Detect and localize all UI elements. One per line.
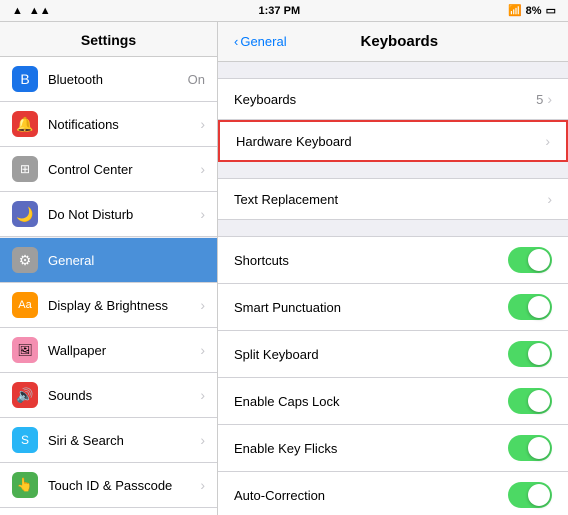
sidebar-item-battery[interactable]: ⚡ Battery › [0, 508, 217, 515]
enable-key-flicks-label: Enable Key Flicks [234, 441, 508, 456]
toggles-group: Shortcuts Smart Punctuation Split Keyboa… [218, 236, 568, 515]
siri-label: Siri & Search [48, 433, 196, 448]
smart-punctuation-label: Smart Punctuation [234, 300, 508, 315]
siri-icon: S [12, 427, 38, 453]
page-title: Keyboards [287, 33, 512, 50]
main-layout: Settings B Bluetooth On 🔔 Notifications … [0, 22, 568, 515]
split-keyboard-cell[interactable]: Split Keyboard [218, 331, 568, 378]
back-label: General [240, 34, 286, 49]
control-center-icon: ⊞ [12, 156, 38, 182]
siri-chevron: › [200, 432, 205, 448]
hardware-keyboard-cell[interactable]: Hardware Keyboard › [218, 120, 568, 162]
status-time: 1:37 PM [259, 5, 301, 17]
general-icon: ⚙ [12, 247, 38, 273]
keyboards-group: Keyboards 5 › Hardware Keyboard › [218, 78, 568, 162]
general-label: General [48, 253, 205, 268]
status-left: ▲ ▲▲ [12, 5, 51, 17]
bluetooth-value: On [188, 72, 205, 87]
status-bar: ▲ ▲▲ 1:37 PM 📶 8% ▭ [0, 0, 568, 22]
sidebar-item-siri[interactable]: S Siri & Search › [0, 418, 217, 463]
sidebar-item-do-not-disturb[interactable]: 🌙 Do Not Disturb › [0, 192, 217, 237]
do-not-disturb-chevron: › [200, 206, 205, 222]
display-icon: Aa [12, 292, 38, 318]
sidebar-item-wallpaper[interactable]: 🖼 Wallpaper › [0, 328, 217, 373]
battery-percent: 8% [526, 5, 542, 17]
enable-caps-lock-cell[interactable]: Enable Caps Lock [218, 378, 568, 425]
shortcuts-cell[interactable]: Shortcuts [218, 236, 568, 284]
touchid-chevron: › [200, 477, 205, 493]
bluetooth-icon: B [12, 66, 38, 92]
smart-punctuation-toggle[interactable] [508, 294, 552, 320]
signal-icon: ▲▲ [29, 5, 51, 17]
bluetooth-status-icon: 📶 [508, 4, 522, 17]
enable-key-flicks-toggle[interactable] [508, 435, 552, 461]
split-keyboard-label: Split Keyboard [234, 347, 508, 362]
hardware-keyboard-label: Hardware Keyboard [236, 134, 545, 149]
battery-icon: ▭ [546, 4, 556, 17]
sidebar-item-bluetooth[interactable]: B Bluetooth On [0, 57, 217, 102]
wallpaper-label: Wallpaper [48, 343, 196, 358]
sidebar-item-general[interactable]: ⚙ General [0, 238, 217, 283]
notifications-label: Notifications [48, 117, 196, 132]
back-button[interactable]: ‹ General [234, 34, 287, 49]
status-right: 📶 8% ▭ [508, 4, 556, 17]
text-replacement-chevron: › [547, 191, 552, 207]
control-center-chevron: › [200, 161, 205, 177]
sidebar-title: Settings [0, 22, 217, 57]
keyboards-cell-value: 5 [536, 92, 543, 107]
keyboards-cell[interactable]: Keyboards 5 › [218, 78, 568, 120]
hardware-keyboard-chevron: › [545, 133, 550, 149]
notifications-icon: 🔔 [12, 111, 38, 137]
text-replacement-cell[interactable]: Text Replacement › [218, 178, 568, 220]
control-center-label: Control Center [48, 162, 196, 177]
shortcuts-label: Shortcuts [234, 253, 508, 268]
auto-correction-cell[interactable]: Auto-Correction [218, 472, 568, 515]
do-not-disturb-icon: 🌙 [12, 201, 38, 227]
sidebar-item-touchid[interactable]: 👆 Touch ID & Passcode › [0, 463, 217, 508]
enable-caps-lock-toggle[interactable] [508, 388, 552, 414]
text-replacement-group: Text Replacement › [218, 178, 568, 220]
keyboards-cell-label: Keyboards [234, 92, 536, 107]
wallpaper-icon: 🖼 [12, 337, 38, 363]
smart-punctuation-cell[interactable]: Smart Punctuation [218, 284, 568, 331]
sidebar-item-control-center[interactable]: ⊞ Control Center › [0, 147, 217, 192]
touchid-label: Touch ID & Passcode [48, 478, 196, 493]
auto-correction-label: Auto-Correction [234, 488, 508, 503]
split-keyboard-toggle[interactable] [508, 341, 552, 367]
keyboards-chevron: › [547, 91, 552, 107]
display-chevron: › [200, 297, 205, 313]
sidebar: Settings B Bluetooth On 🔔 Notifications … [0, 22, 218, 515]
enable-caps-lock-label: Enable Caps Lock [234, 394, 508, 409]
sounds-icon: 🔊 [12, 382, 38, 408]
shortcuts-toggle[interactable] [508, 247, 552, 273]
display-label: Display & Brightness [48, 298, 196, 313]
enable-key-flicks-cell[interactable]: Enable Key Flicks [218, 425, 568, 472]
right-header: ‹ General Keyboards [218, 22, 568, 62]
text-replacement-label: Text Replacement [234, 192, 547, 207]
wallpaper-chevron: › [200, 342, 205, 358]
auto-correction-toggle[interactable] [508, 482, 552, 508]
touchid-icon: 👆 [12, 472, 38, 498]
sidebar-item-sounds[interactable]: 🔊 Sounds › [0, 373, 217, 418]
wifi-icon: ▲ [12, 5, 23, 17]
back-chevron-icon: ‹ [234, 34, 238, 49]
do-not-disturb-label: Do Not Disturb [48, 207, 196, 222]
sounds-chevron: › [200, 387, 205, 403]
sounds-label: Sounds [48, 388, 196, 403]
sidebar-item-display[interactable]: Aa Display & Brightness › [0, 283, 217, 328]
right-panel: ‹ General Keyboards Keyboards 5 › Hardwa… [218, 22, 568, 515]
notifications-chevron: › [200, 116, 205, 132]
sidebar-item-notifications[interactable]: 🔔 Notifications › [0, 102, 217, 147]
bluetooth-label: Bluetooth [48, 72, 188, 87]
